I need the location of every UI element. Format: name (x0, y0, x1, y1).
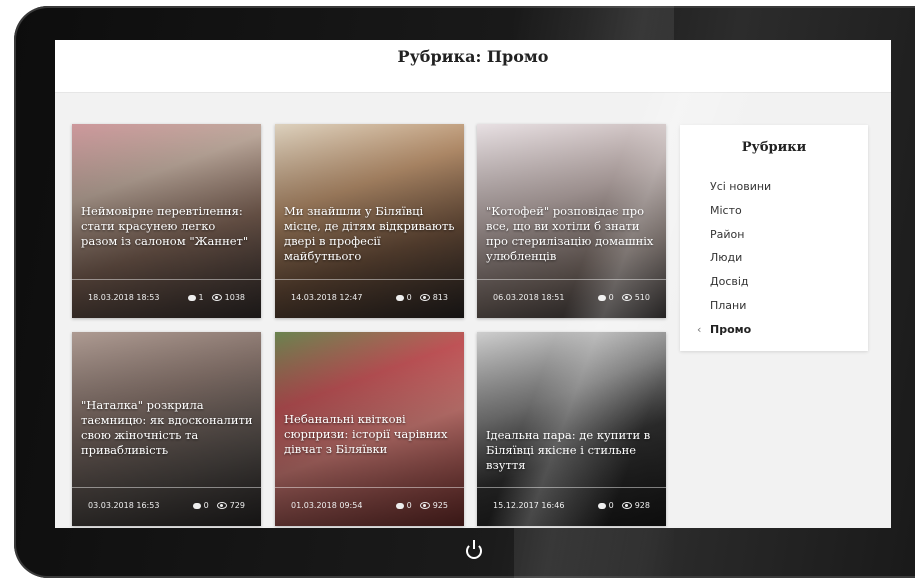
sidebar-item-label: Місто (710, 203, 742, 217)
article-date: 06.03.2018 18:51 (493, 293, 565, 302)
comment-count: 0 (608, 501, 614, 510)
eye-icon (621, 294, 632, 301)
article-title[interactable]: Ідеальна пара: де купити в Біляївці якіс… (486, 428, 658, 473)
article-card[interactable]: "Котофей" розповідає про все, що ви хоті… (477, 124, 666, 318)
article-date: 18.03.2018 18:53 (88, 293, 160, 302)
eye-icon (419, 502, 430, 509)
article-title[interactable]: Ми знайшли у Біляївці місце, де дітям ві… (284, 204, 456, 264)
article-stats: 0 813 (388, 293, 448, 302)
sidebar-item-label: Усі новини (710, 180, 772, 193)
comment-count: 1 (198, 293, 204, 302)
sidebar-title: Рубрики (741, 140, 807, 155)
article-stats: 0 510 (590, 293, 650, 302)
article-date: 01.03.2018 09:54 (291, 501, 363, 510)
article-title[interactable]: Неймовірне перевтілення: стати красунею … (81, 204, 253, 249)
view-count: 925 (432, 501, 448, 510)
sidebar-item-7[interactable]: ‹ Промо (680, 318, 868, 342)
comment-count: 0 (203, 501, 209, 510)
article-meta: 06.03.2018 18:51 0 510 (477, 279, 666, 318)
view-count: 813 (432, 293, 448, 302)
article-stats: 0 928 (590, 501, 650, 510)
sidebar-item-label: Район (710, 227, 745, 241)
article-date: 15.12.2017 16:46 (493, 501, 565, 510)
comment-count: 0 (608, 293, 614, 302)
power-icon (466, 540, 482, 559)
article-card[interactable]: Ми знайшли у Біляївці місце, де дітям ві… (275, 124, 464, 318)
comment-icon (395, 502, 404, 509)
comment-count: 0 (406, 293, 412, 302)
sidebar-item-label: Досвід (710, 275, 749, 289)
sidebar-item-2[interactable]: Місто (680, 199, 868, 223)
article-stats: 0 729 (185, 501, 245, 510)
page-title: Рубрика: Промо (397, 47, 549, 66)
sidebar-item-label: Люди (710, 251, 743, 265)
category-list: Усі новини Місто Район Люди Досвід Плани ‹ Пром… (680, 175, 868, 342)
eye-icon (419, 294, 430, 301)
article-card[interactable]: Ідеальна пара: де купити в Біляївці якіс… (477, 332, 666, 526)
article-meta: 01.03.2018 09:54 0 925 (275, 487, 464, 526)
power-button[interactable] (459, 537, 487, 565)
view-count: 510 (634, 293, 650, 302)
sidebar-item-1[interactable]: Усі новини (680, 175, 868, 199)
article-stats: 0 925 (388, 501, 448, 510)
article-title[interactable]: "Наталка" розкрила таємницю: як вдоскона… (81, 398, 253, 458)
article-meta: 14.03.2018 12:47 0 813 (275, 279, 464, 318)
article-meta: 15.12.2017 16:46 0 928 (477, 487, 666, 526)
article-stats: 1 1038 (180, 293, 245, 302)
screen: Рубрика: Промо Неймовірне перевтілення: … (55, 40, 891, 528)
article-meta: 03.03.2018 16:53 0 729 (72, 487, 261, 526)
eye-icon (621, 502, 632, 509)
article-card[interactable]: Небанальні квіткові сюрпризи: історії ча… (275, 332, 464, 526)
sidebar-item-3[interactable]: Район (680, 223, 868, 247)
article-card[interactable]: Неймовірне перевтілення: стати красунею … (72, 124, 261, 318)
article-meta: 18.03.2018 18:53 1 1038 (72, 279, 261, 318)
article-date: 14.03.2018 12:47 (291, 293, 363, 302)
category-sidebar: Рубрики Усі новини Місто Район Люди Досвід Пл… (680, 125, 868, 351)
sidebar-item-5[interactable]: Досвід (680, 270, 868, 294)
view-count: 1038 (224, 293, 245, 302)
article-title[interactable]: Небанальні квіткові сюрпризи: історії ча… (284, 412, 456, 457)
article-title[interactable]: "Котофей" розповідає про все, що ви хоті… (486, 204, 658, 264)
view-count: 729 (229, 501, 245, 510)
article-date: 03.03.2018 16:53 (88, 501, 160, 510)
sidebar-item-4[interactable]: Люди (680, 246, 868, 270)
sidebar-item-6[interactable]: Плани (680, 294, 868, 318)
chevron-left-icon: ‹ (697, 322, 702, 336)
comment-icon (187, 294, 196, 301)
comment-icon (395, 294, 404, 301)
sidebar-item-label: Плани (710, 298, 747, 312)
top-bar: Рубрика: Промо (55, 40, 891, 92)
eye-icon (211, 294, 222, 301)
comment-icon (192, 502, 201, 509)
eye-icon (216, 502, 227, 509)
article-card[interactable]: "Наталка" розкрила таємницю: як вдоскона… (72, 332, 261, 526)
sidebar-item-label: Промо (710, 322, 752, 336)
comment-icon (597, 294, 606, 301)
comment-count: 0 (406, 501, 412, 510)
comment-icon (597, 502, 606, 509)
view-count: 928 (634, 501, 650, 510)
